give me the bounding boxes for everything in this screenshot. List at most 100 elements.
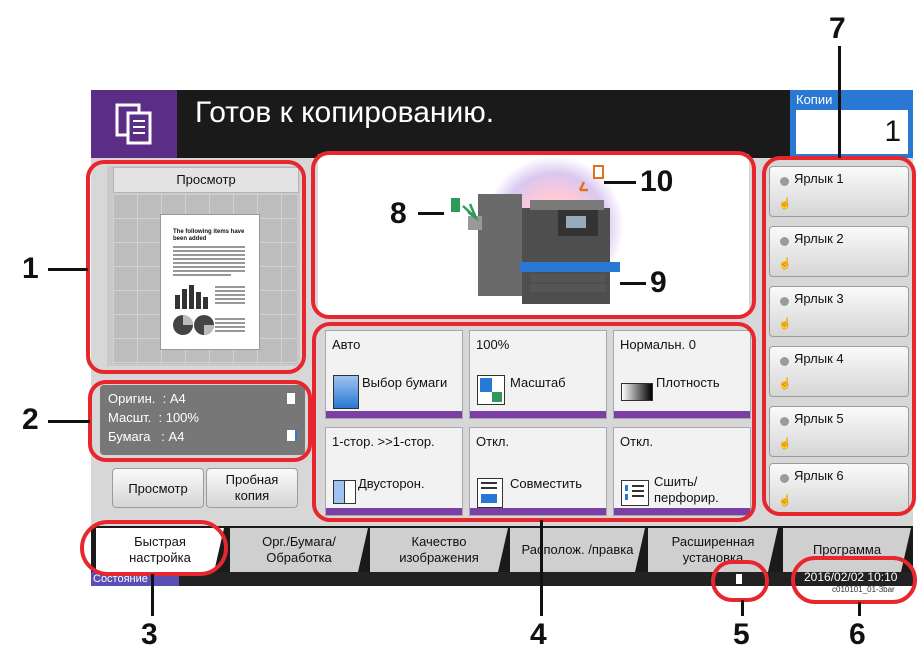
doc-title: The following items have been added [173, 229, 245, 242]
machine-status-area [318, 154, 749, 316]
density-gradient-icon [621, 383, 653, 401]
callout-line-1 [48, 268, 88, 271]
preview-button[interactable]: Просмотр [112, 468, 204, 508]
shortcut-5-label: Ярлык 5 [794, 411, 844, 426]
callout-10: 10 [640, 165, 674, 198]
paper-selection-button[interactable]: Авто Выбор бумаги [325, 330, 463, 419]
hand-touch-icon: ☝ [778, 198, 792, 210]
duplex-button[interactable]: 1-стор. >>1-стор. Двусторон. [325, 427, 463, 516]
copies-field[interactable]: 1 [796, 110, 908, 154]
tab-org-paper-finishing[interactable]: Орг./Бумага/ Обработка [230, 528, 368, 572]
paper-orientation-icon [287, 430, 297, 441]
original-orientation-icon [287, 393, 295, 404]
combine-label: Совместить [510, 476, 582, 491]
status-bar [91, 572, 913, 586]
original-info-box: Оригин. : A4 Масшт. : 100% Бумага : A4 [100, 385, 305, 455]
staple-punch-button[interactable]: Откл. Сшить/ перфорир. [613, 427, 751, 516]
callout-6: 6 [849, 618, 866, 651]
shortcut-6-label: Ярлык 6 [794, 468, 844, 483]
combine-value: Откл. [476, 434, 510, 449]
callout-9: 9 [650, 266, 667, 299]
callout-line-3 [151, 574, 154, 616]
duplex-value: 1-стор. >>1-стор. [332, 434, 435, 449]
zoom-bar [470, 411, 606, 418]
zoom-value: 100% [476, 337, 510, 352]
hand-touch-icon: ☝ [778, 318, 792, 330]
hand-touch-icon: ☝ [778, 438, 792, 450]
staple-punch-bar [614, 508, 750, 515]
callout-5: 5 [733, 618, 750, 651]
shortcut-2-label: Ярлык 2 [794, 231, 844, 246]
shortcut-indicator-icon [780, 297, 789, 306]
callout-4: 4 [530, 618, 547, 651]
shortcut-1-button[interactable]: Ярлык 1 ☝ [769, 166, 909, 217]
callout-7: 7 [829, 12, 846, 45]
copy-icon [91, 90, 177, 158]
shortcut-5-button[interactable]: Ярлык 5 ☝ [769, 406, 909, 457]
copies-value: 1 [884, 115, 901, 148]
tab-advanced-setup[interactable]: Расширенная установка [648, 528, 778, 572]
paper-selection-value: Авто [332, 337, 361, 352]
duplex-bar [326, 508, 462, 515]
paper-selection-bar [326, 411, 462, 418]
shortcut-3-label: Ярлык 3 [794, 291, 844, 306]
shortcut-2-button[interactable]: Ярлык 2 ☝ [769, 226, 909, 277]
hand-touch-icon: ☝ [778, 258, 792, 270]
callout-2: 2 [22, 403, 39, 436]
staple-icon [621, 480, 649, 506]
shortcut-3-button[interactable]: Ярлык 3 ☝ [769, 286, 909, 337]
zoom-icon [477, 375, 505, 405]
info-row-paper: Бумага : A4 [108, 429, 185, 444]
callout-3: 3 [141, 618, 158, 651]
memory-usage-icon [736, 574, 742, 584]
tab-layout-edit[interactable]: Располож. /правка [510, 528, 645, 572]
hand-touch-icon: ☝ [778, 495, 792, 507]
callout-line-2 [48, 420, 90, 423]
zoom-button[interactable]: 100% Масштаб [469, 330, 607, 419]
shortcut-indicator-icon [780, 237, 789, 246]
preview-heading: Просмотр [113, 167, 299, 193]
density-button[interactable]: Нормальн. 0 Плотность [613, 330, 751, 419]
datetime: 2016/02/02 10:10 [804, 570, 898, 584]
document-thumbnail[interactable]: The following items have been added [160, 214, 260, 350]
combine-button[interactable]: Откл. Совместить [469, 427, 607, 516]
paper-tray-icon [333, 375, 359, 409]
copies-label: Копии [796, 92, 833, 107]
shortcut-indicator-icon [780, 357, 789, 366]
duplex-icon [333, 478, 356, 504]
zoom-label: Масштаб [510, 375, 566, 390]
screen-code: c010101_01-3bar [832, 585, 895, 594]
info-row-zoom: Масшт. : 100% [108, 410, 199, 425]
sample-copy-button[interactable]: Пробная копия [206, 468, 298, 508]
shortcut-4-label: Ярлык 4 [794, 351, 844, 366]
status-button[interactable]: Состояние [91, 572, 179, 586]
combine-bar [470, 508, 606, 515]
density-label: Плотность [656, 375, 720, 390]
tab-program[interactable]: Программа [783, 528, 911, 572]
hand-touch-icon: ☝ [778, 378, 792, 390]
printer-icon [451, 156, 624, 304]
page-title: Готов к копированию. [195, 96, 495, 129]
shortcut-4-button[interactable]: Ярлык 4 ☝ [769, 346, 909, 397]
callout-line-4 [540, 520, 543, 616]
shortcut-6-button[interactable]: Ярлык 6 ☝ [769, 463, 909, 514]
callout-1: 1 [22, 252, 39, 285]
callout-line-10 [604, 181, 636, 184]
callout-line-7 [838, 46, 841, 158]
staple-punch-label: Сшить/ перфорир. [654, 474, 719, 505]
shortcut-1-label: Ярлык 1 [794, 171, 844, 186]
staple-punch-value: Откл. [620, 434, 654, 449]
tab-quick-setup[interactable]: Быстрая настройка [96, 528, 224, 572]
callout-line-9 [620, 282, 646, 285]
shortcut-indicator-icon [780, 417, 789, 426]
shortcut-indicator-icon [780, 177, 789, 186]
callout-8: 8 [390, 197, 407, 230]
info-row-original: Оригин. : A4 [108, 391, 186, 406]
callout-line-6 [858, 602, 861, 616]
callout-line-8 [418, 212, 444, 215]
tab-image-quality[interactable]: Качество изображения [370, 528, 508, 572]
duplex-label: Двусторон. [358, 476, 425, 491]
document-content-icon [173, 246, 245, 335]
paper-selection-label: Выбор бумаги [362, 375, 448, 390]
combine-icon [477, 478, 503, 508]
